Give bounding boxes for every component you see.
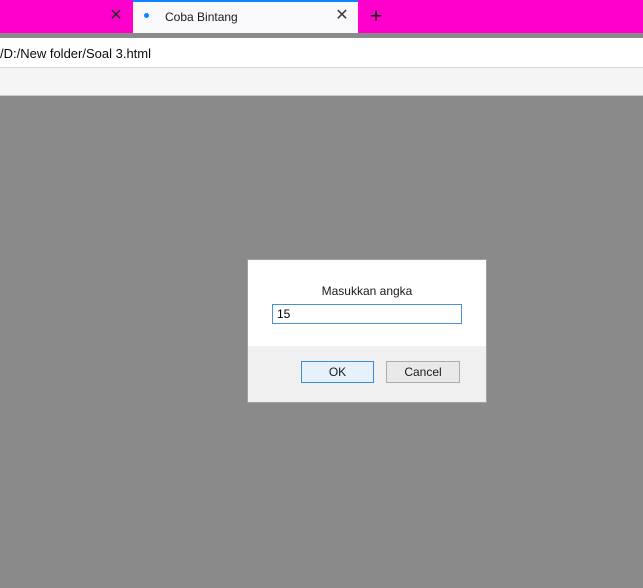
tab-title: Coba Bintang — [165, 10, 238, 24]
prompt-dialog: Masukkan angka OK Cancel — [247, 259, 487, 403]
close-icon[interactable]: ✕ — [334, 8, 350, 24]
url-text[interactable]: /D:/New folder/Soal 3.html — [0, 46, 151, 61]
close-icon[interactable]: ✕ — [108, 8, 124, 24]
dialog-footer: OK Cancel — [248, 346, 486, 402]
tab-bar: ✕ Coba Bintang ✕ + — [0, 0, 643, 33]
ok-button[interactable]: OK — [301, 361, 374, 383]
tab-loading-dot-icon — [144, 13, 149, 18]
new-tab-plus-icon[interactable]: + — [366, 4, 386, 28]
cancel-button[interactable]: Cancel — [386, 361, 460, 383]
bookmarks-toolbar — [0, 68, 643, 96]
address-bar[interactable]: /D:/New folder/Soal 3.html — [0, 38, 643, 68]
tab-active[interactable]: Coba Bintang ✕ — [133, 0, 358, 33]
prompt-input[interactable] — [272, 304, 462, 324]
dialog-message: Masukkan angka — [321, 284, 413, 298]
